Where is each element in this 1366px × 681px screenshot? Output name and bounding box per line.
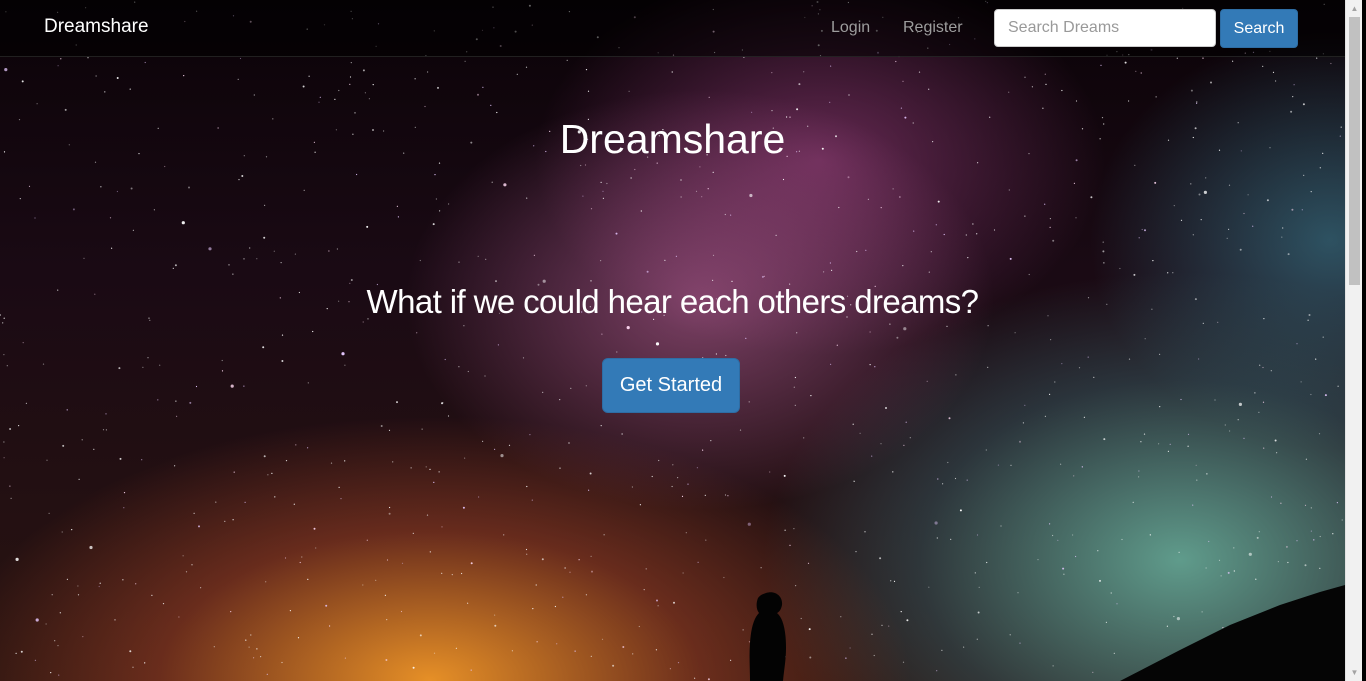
hero-title: Dreamshare [559, 116, 786, 162]
vertical-scrollbar[interactable]: ▲ ▼ [1345, 0, 1362, 681]
nav-login-link[interactable]: Login [831, 19, 870, 37]
brand-logo[interactable]: Dreamshare [44, 16, 149, 38]
hero-tagline: What if we could hear each others dreams… [366, 283, 980, 320]
scrollbar-thumb[interactable] [1349, 17, 1360, 285]
nav-register-link[interactable]: Register [903, 19, 963, 37]
arrow-down-icon[interactable]: ▼ [1346, 664, 1363, 681]
search-input[interactable] [994, 9, 1216, 47]
get-started-button[interactable]: Get Started [602, 358, 740, 413]
top-navbar: Dreamshare Login Register Search [0, 0, 1345, 57]
person-silhouette [749, 592, 786, 681]
search-button[interactable]: Search [1220, 9, 1298, 48]
arrow-up-icon[interactable]: ▲ [1346, 0, 1363, 17]
silhouette-landscape [749, 585, 1345, 681]
hill-silhouette [1120, 585, 1345, 681]
page-viewport: Dreamshare Login Register Search Dreamsh… [0, 0, 1345, 681]
